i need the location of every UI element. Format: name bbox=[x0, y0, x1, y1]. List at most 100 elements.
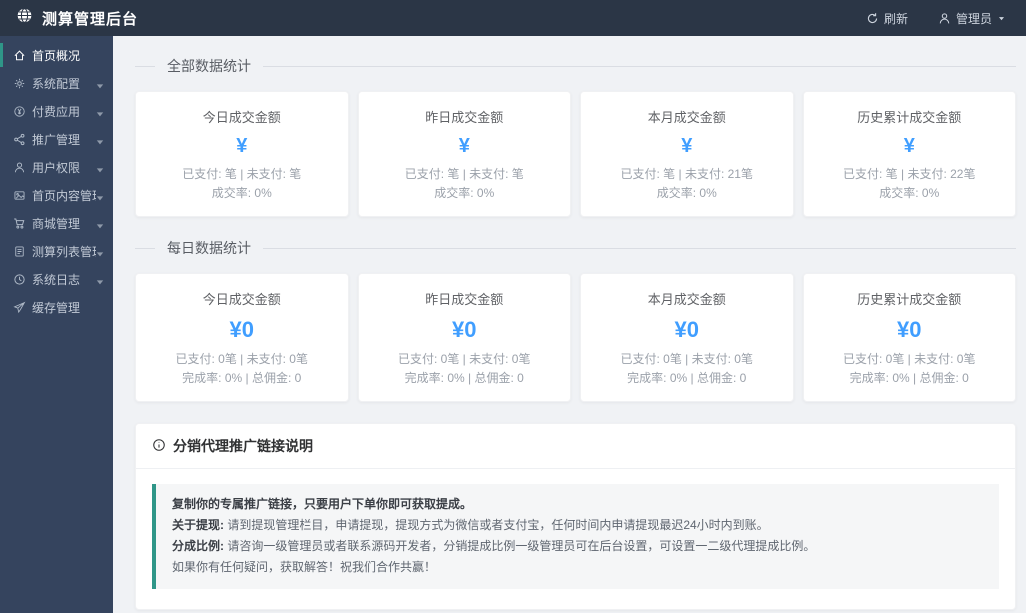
user-menu[interactable]: 管理员 bbox=[938, 10, 1006, 27]
caret-down-icon bbox=[96, 275, 104, 285]
notice-line-text: 请到提现管理栏目，申请提现，提现方式为微信或者支付宝，任何时间内申请提现最迟24… bbox=[224, 518, 769, 532]
divider-line bbox=[263, 65, 1016, 67]
stat-card-month-daily: 本月成交金额 ¥0 已支付: 0笔 | 未支付: 0笔 完成率: 0% | 总佣… bbox=[580, 273, 794, 402]
sidebar-item-label: 用户权限 bbox=[32, 160, 81, 175]
caret-down-icon bbox=[96, 191, 104, 201]
notice-header: 分销代理推广链接说明 bbox=[136, 424, 1015, 469]
all-stats-card-row: 今日成交金额 ¥ 已支付: 笔 | 未支付: 笔 成交率: 0% 昨日成交金额 … bbox=[135, 91, 1016, 217]
card-line-paid: 已支付: 笔 | 未支付: 笔 bbox=[404, 167, 524, 181]
sidebar-item-system-logs[interactable]: 系统日志 bbox=[0, 265, 113, 293]
card-line-rate: 成交率: 0% bbox=[656, 186, 717, 200]
caret-down-icon bbox=[96, 219, 104, 229]
sidebar: 首页概况 系统配置 付费应用 推广管理 用户权限 首页内容管 商城管理 测算列表… bbox=[0, 36, 113, 613]
sidebar-item-label: 缓存管理 bbox=[32, 300, 81, 315]
document-icon bbox=[13, 245, 26, 258]
notice-line-bold: 复制你的专属推广链接，只要用户下单你即可获取提成。 bbox=[172, 497, 473, 511]
yen-circle-icon bbox=[13, 105, 26, 118]
sidebar-item-promotion[interactable]: 推广管理 bbox=[0, 125, 113, 153]
card-title: 今日成交金额 bbox=[202, 292, 281, 307]
card-line-paid: 已支付: 0笔 | 未支付: 0笔 bbox=[175, 352, 308, 366]
user-icon bbox=[938, 12, 951, 25]
card-line-rate: 完成率: 0% | 总佣金: 0 bbox=[404, 371, 524, 385]
card-line-paid: 已支付: 0笔 | 未支付: 0笔 bbox=[620, 352, 753, 366]
caret-down-icon bbox=[96, 163, 104, 173]
promotion-notice-card: 分销代理推广链接说明 复制你的专属推广链接，只要用户下单你即可获取提成。 关于提… bbox=[135, 423, 1016, 610]
divider-line bbox=[135, 247, 155, 249]
sidebar-item-label: 测算列表管理 bbox=[32, 244, 96, 259]
stat-card-yesterday-total: 昨日成交金额 ¥ 已支付: 笔 | 未支付: 笔 成交率: 0% bbox=[357, 91, 571, 217]
sidebar-item-label: 首页内容管理 bbox=[32, 188, 96, 203]
notice-body: 复制你的专属推广链接，只要用户下单你即可获取提成。 关于提现: 请到提现管理栏目… bbox=[136, 469, 1015, 609]
sidebar-item-calc-list[interactable]: 测算列表管理 bbox=[0, 237, 113, 265]
main-content: 全部数据统计 今日成交金额 ¥ 已支付: 笔 | 未支付: 笔 成交率: 0% … bbox=[113, 36, 1026, 613]
notice-line: 如果你有任何疑问，获取解答！祝我们合作共赢！ bbox=[172, 557, 983, 578]
brand: 测算管理后台 bbox=[16, 7, 138, 29]
sidebar-item-home[interactable]: 首页概况 bbox=[0, 41, 113, 69]
top-header: 测算管理后台 刷新 管理员 bbox=[0, 0, 1026, 36]
sidebar-item-label: 商城管理 bbox=[32, 216, 81, 231]
notice-inner: 复制你的专属推广链接，只要用户下单你即可获取提成。 关于提现: 请到提现管理栏目… bbox=[152, 484, 999, 589]
card-line-paid: 已支付: 笔 | 未支付: 21笔 bbox=[620, 167, 753, 181]
card-line-rate: 成交率: 0% bbox=[434, 186, 495, 200]
card-amount: ¥0 bbox=[229, 317, 254, 342]
card-title: 历史累计成交金额 bbox=[857, 292, 962, 307]
sidebar-item-label: 系统配置 bbox=[32, 76, 81, 91]
header-actions: 刷新 管理员 bbox=[866, 10, 1006, 27]
caret-down-icon bbox=[96, 79, 104, 89]
sidebar-item-cache[interactable]: 缓存管理 bbox=[0, 293, 113, 321]
notice-line-bold: 分成比例: bbox=[172, 539, 224, 553]
sidebar-item-label: 系统日志 bbox=[32, 272, 81, 287]
app-root: 测算管理后台 刷新 管理员 首页概况 系统配置 付费应用 推广管理 用户权限 首… bbox=[0, 0, 1026, 613]
send-icon bbox=[13, 301, 26, 314]
clock-icon bbox=[13, 273, 26, 286]
divider-line bbox=[263, 247, 1016, 249]
card-line-paid: 已支付: 0笔 | 未支付: 0笔 bbox=[843, 352, 976, 366]
sidebar-item-mall[interactable]: 商城管理 bbox=[0, 209, 113, 237]
notice-line-text: 如果你有任何疑问，获取解答！祝我们合作共赢！ bbox=[172, 560, 437, 574]
card-amount: ¥ bbox=[681, 135, 693, 157]
stat-card-month-total: 本月成交金额 ¥ 已支付: 笔 | 未支付: 21笔 成交率: 0% bbox=[580, 91, 794, 217]
home-icon bbox=[13, 49, 26, 62]
card-title: 今日成交金额 bbox=[202, 110, 281, 125]
image-icon bbox=[13, 189, 26, 202]
card-line-rate: 成交率: 0% bbox=[879, 186, 940, 200]
notice-line: 关于提现: 请到提现管理栏目，申请提现，提现方式为微信或者支付宝，任何时间内申请… bbox=[172, 515, 983, 536]
card-amount: ¥0 bbox=[897, 317, 922, 342]
notice-title: 分销代理推广链接说明 bbox=[173, 438, 313, 454]
refresh-button[interactable]: 刷新 bbox=[866, 10, 908, 27]
section-title: 全部数据统计 bbox=[167, 58, 251, 74]
sidebar-item-user-permissions[interactable]: 用户权限 bbox=[0, 153, 113, 181]
sidebar-item-label: 推广管理 bbox=[32, 132, 81, 147]
app-title: 测算管理后台 bbox=[42, 10, 139, 28]
stat-card-today-daily: 今日成交金额 ¥0 已支付: 0笔 | 未支付: 0笔 完成率: 0% | 总佣… bbox=[135, 273, 349, 402]
card-title: 本月成交金额 bbox=[647, 110, 726, 125]
share-icon bbox=[13, 133, 26, 146]
notice-line-text: 请咨询一级管理员或者联系源码开发者，分销提成比例一级管理员可在后台设置，可设置一… bbox=[224, 539, 816, 553]
caret-down-icon bbox=[96, 107, 104, 117]
refresh-label: 刷新 bbox=[883, 11, 908, 26]
chevron-down-icon bbox=[997, 14, 1006, 23]
gear-icon bbox=[13, 77, 26, 90]
stat-card-today-total: 今日成交金额 ¥ 已支付: 笔 | 未支付: 笔 成交率: 0% bbox=[135, 91, 349, 217]
card-title: 历史累计成交金额 bbox=[857, 110, 962, 125]
card-amount: ¥0 bbox=[674, 317, 699, 342]
notice-line: 分成比例: 请咨询一级管理员或者联系源码开发者，分销提成比例一级管理员可在后台设… bbox=[172, 536, 983, 557]
daily-stats-card-row: 今日成交金额 ¥0 已支付: 0笔 | 未支付: 0笔 完成率: 0% | 总佣… bbox=[135, 273, 1016, 402]
caret-down-icon bbox=[96, 247, 104, 257]
card-line-rate: 完成率: 0% | 总佣金: 0 bbox=[627, 371, 747, 385]
section-divider-daily-stats: 每日数据统计 bbox=[135, 238, 1016, 258]
sidebar-item-home-content[interactable]: 首页内容管理 bbox=[0, 181, 113, 209]
card-amount: ¥0 bbox=[452, 317, 477, 342]
info-icon bbox=[152, 438, 166, 455]
user-icon bbox=[13, 161, 26, 174]
sidebar-item-label: 付费应用 bbox=[32, 104, 81, 119]
stat-card-history-total: 历史累计成交金额 ¥ 已支付: 笔 | 未支付: 22笔 成交率: 0% bbox=[802, 91, 1016, 217]
user-label: 管理员 bbox=[955, 11, 992, 26]
section-divider-all-stats: 全部数据统计 bbox=[135, 56, 1016, 76]
stat-card-history-daily: 历史累计成交金额 ¥0 已支付: 0笔 | 未支付: 0笔 完成率: 0% | … bbox=[802, 273, 1016, 402]
refresh-icon bbox=[866, 12, 879, 25]
divider-line bbox=[135, 65, 155, 67]
stat-card-yesterday-daily: 昨日成交金额 ¥0 已支付: 0笔 | 未支付: 0笔 完成率: 0% | 总佣… bbox=[357, 273, 571, 402]
sidebar-item-paid-apps[interactable]: 付费应用 bbox=[0, 97, 113, 125]
sidebar-item-system-config[interactable]: 系统配置 bbox=[0, 69, 113, 97]
